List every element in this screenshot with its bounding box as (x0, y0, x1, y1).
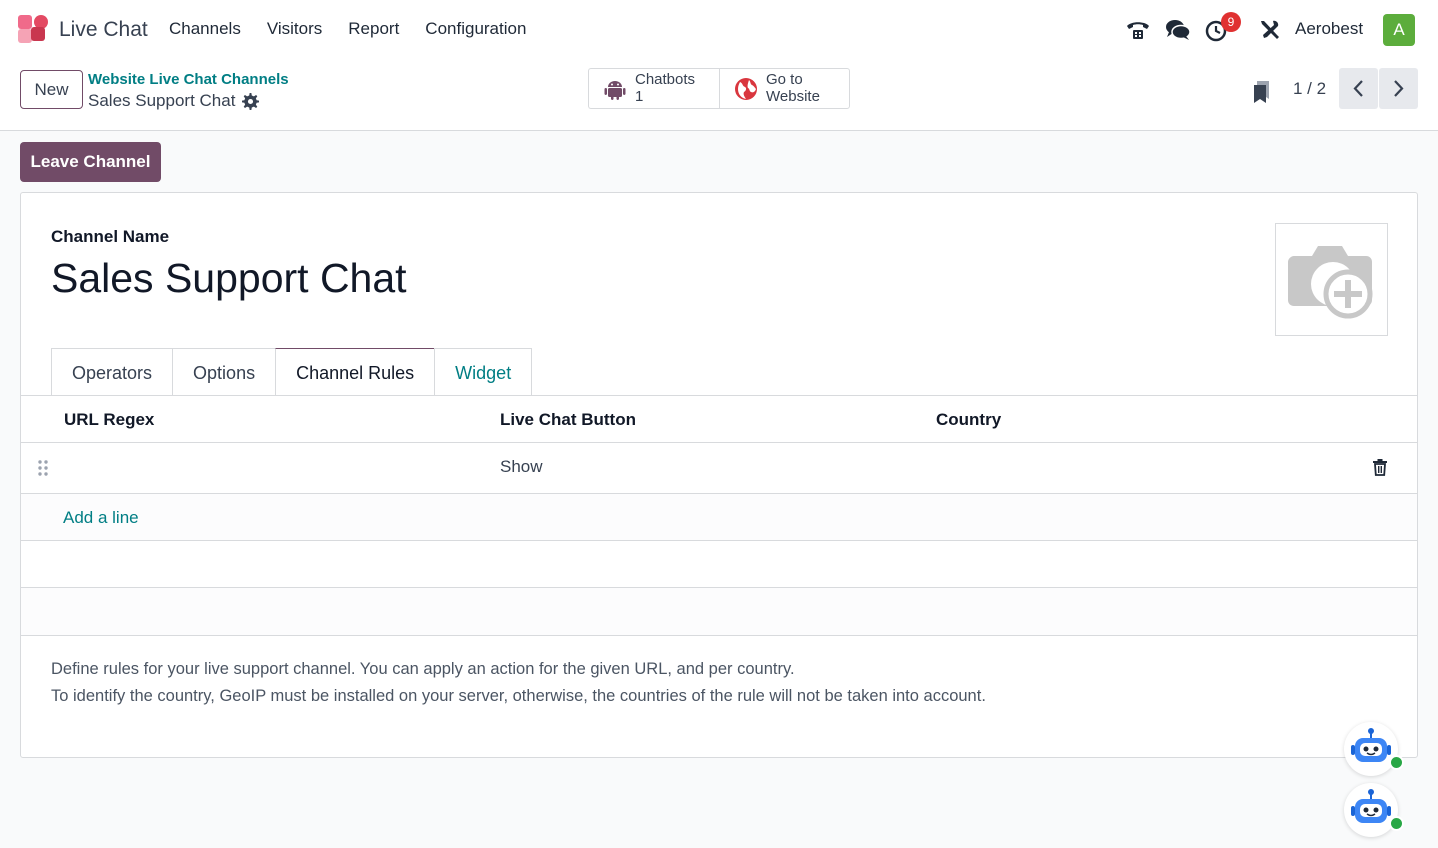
globe-icon (735, 78, 757, 100)
activity-count-badge: 9 (1221, 12, 1241, 32)
user-avatar[interactable]: A (1383, 14, 1415, 46)
trash-icon[interactable] (1372, 458, 1388, 476)
menu-item-configuration[interactable]: Configuration (425, 19, 526, 39)
pager-previous-button[interactable] (1339, 68, 1378, 109)
tab-operators[interactable]: Operators (51, 348, 173, 396)
top-navbar: Live Chat Channels Visitors Report Confi… (0, 0, 1438, 60)
camera-add-icon (1288, 246, 1373, 319)
chatbots-count: 1 (635, 88, 644, 105)
breadcrumb-current: Sales Support Chat (88, 91, 236, 110)
help-line-2: To identify the country, GeoIP must be i… (51, 687, 986, 705)
control-panel: New Website Live Chat Channels Sales Sup… (0, 60, 1438, 131)
pager-value[interactable]: 1 / 2 (1293, 79, 1326, 99)
breadcrumb-parent[interactable]: Website Live Chat Channels (88, 71, 289, 88)
online-status-dot (1389, 755, 1404, 770)
online-status-dot (1389, 816, 1404, 831)
channel-name-label: Channel Name (51, 227, 170, 246)
empty-row (21, 588, 1417, 636)
pager-next-button[interactable] (1379, 68, 1418, 109)
chevron-right-icon (1394, 80, 1404, 97)
menu-item-channels[interactable]: Channels (169, 19, 241, 39)
form-sheet: Channel Name Sales Support Chat Operator… (20, 192, 1418, 758)
cell-live-chat-button[interactable]: Show (500, 457, 543, 477)
main-menu: Channels Visitors Report Configuration (169, 19, 552, 39)
phone-icon[interactable] (1125, 17, 1151, 43)
notebook-tabs: Operators Options Channel Rules Widget (51, 348, 533, 396)
chatbots-label: Chatbots (635, 71, 696, 88)
channel-rules-table: URL Regex Live Chat Button Country Show … (21, 395, 1417, 636)
go-to-label: Go to (766, 71, 803, 88)
chatbot-bubble[interactable] (1344, 783, 1404, 837)
leave-channel-button[interactable]: Leave Channel (20, 142, 161, 182)
go-to-website-button[interactable]: Go to Website (719, 68, 850, 109)
add-line-link[interactable]: Add a line (63, 508, 139, 528)
chatbot-bubble[interactable] (1344, 722, 1404, 776)
tab-options[interactable]: Options (172, 348, 276, 396)
add-line-row: Add a line (21, 494, 1417, 541)
help-text: Define rules for your live support chann… (51, 656, 986, 710)
tab-channel-rules[interactable]: Channel Rules (275, 348, 435, 396)
gear-icon[interactable] (242, 93, 259, 110)
drag-handle-icon[interactable] (37, 459, 49, 477)
channel-image-upload[interactable] (1275, 223, 1388, 336)
column-live-chat-button[interactable]: Live Chat Button (500, 410, 636, 430)
table-header: URL Regex Live Chat Button Country (21, 396, 1417, 443)
empty-row (21, 541, 1417, 588)
new-button[interactable]: New (20, 70, 83, 109)
help-line-1: Define rules for your live support chann… (51, 660, 795, 678)
chevron-left-icon (1353, 80, 1363, 97)
app-name[interactable]: Live Chat (59, 18, 148, 42)
robot-icon (1351, 789, 1391, 823)
tools-icon[interactable] (1257, 17, 1283, 43)
menu-item-report[interactable]: Report (348, 19, 399, 39)
android-icon (604, 81, 626, 100)
company-name[interactable]: Aerobest (1295, 19, 1363, 39)
bookmarks-icon[interactable] (1252, 79, 1272, 103)
tab-widget[interactable]: Widget (434, 348, 533, 396)
table-row[interactable]: Show (21, 443, 1417, 494)
menu-item-visitors[interactable]: Visitors (267, 19, 322, 39)
column-url-regex[interactable]: URL Regex (64, 410, 154, 430)
website-label: Website (766, 88, 820, 105)
chatbots-smart-button[interactable]: Chatbots 1 (588, 68, 719, 109)
column-country[interactable]: Country (936, 410, 1001, 430)
channel-name-field[interactable]: Sales Support Chat (51, 255, 407, 302)
messages-icon[interactable] (1165, 17, 1191, 43)
live-chat-app-logo[interactable] (18, 15, 48, 43)
robot-icon (1351, 728, 1391, 762)
